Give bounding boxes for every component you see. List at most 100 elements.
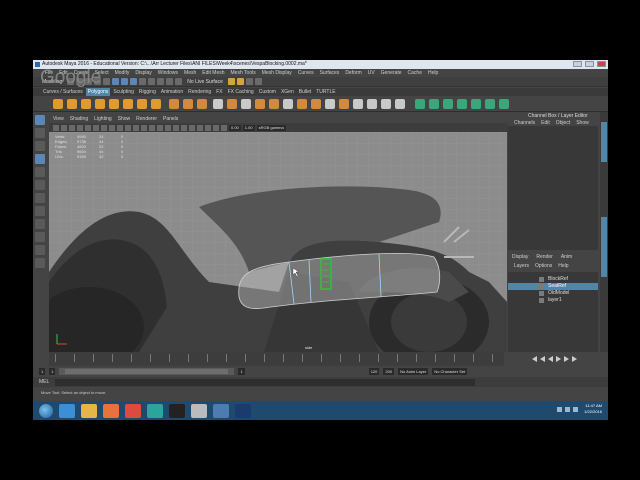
close-button[interactable]	[597, 61, 606, 67]
shadows-icon[interactable]	[181, 124, 187, 131]
wireframe-on-shaded-icon[interactable]	[157, 124, 163, 131]
menu-surfaces[interactable]: Surfaces	[320, 69, 340, 77]
start-time-field[interactable]: 1	[39, 367, 46, 375]
play-backwards-icon[interactable]	[548, 356, 553, 362]
xray-joints-icon[interactable]	[221, 124, 227, 131]
merge-icon[interactable]	[325, 99, 335, 109]
camera-attributes-icon[interactable]	[61, 124, 67, 131]
menu-generate[interactable]: Generate	[381, 69, 402, 77]
uv-editor-icon[interactable]	[471, 99, 481, 109]
select-tool-icon[interactable]	[35, 115, 45, 125]
time-slider[interactable]	[49, 352, 504, 366]
lasso-tool-icon[interactable]	[35, 128, 45, 138]
shelf-tab-polygons[interactable]: Polygons	[85, 88, 111, 96]
shelf-tab-rendering[interactable]: Rendering	[186, 88, 213, 96]
menu-edit-mesh[interactable]: Edit Mesh	[202, 69, 224, 77]
layer-item[interactable]: BlockRef	[508, 276, 598, 283]
paint-select-tool-icon[interactable]	[35, 141, 45, 151]
poke-icon[interactable]	[395, 99, 405, 109]
clock[interactable]: 11:47 AM 1/22/2016	[584, 403, 602, 415]
side-by-side-layout-icon[interactable]	[35, 232, 45, 242]
internet-explorer-icon[interactable]	[59, 403, 75, 418]
network-icon[interactable]	[557, 407, 562, 412]
textured-icon[interactable]	[165, 124, 171, 131]
graph-editor-layout-icon[interactable]	[35, 258, 45, 268]
playback-end-field[interactable]: 120	[368, 367, 380, 375]
redo-icon[interactable]	[103, 78, 111, 85]
viewport-menu-show[interactable]: Show	[118, 116, 131, 123]
uv-cylindrical-icon[interactable]	[429, 99, 439, 109]
file-explorer-icon[interactable]	[81, 403, 97, 418]
near-clip-field[interactable]: 0.00	[229, 124, 241, 131]
poly-plane-icon[interactable]	[109, 99, 119, 109]
menu-mesh-tools[interactable]: Mesh Tools	[231, 69, 256, 77]
chrome-icon[interactable]	[125, 403, 141, 418]
four-view-layout-icon[interactable]	[35, 219, 45, 229]
safe-title-icon[interactable]	[133, 124, 139, 131]
shelf-tab-bullet[interactable]: Bullet	[297, 88, 314, 96]
menu-help[interactable]: Help	[428, 69, 438, 77]
insert-loop-icon[interactable]	[367, 99, 377, 109]
channel-box-layer-editor-tab[interactable]	[601, 217, 607, 277]
command-input[interactable]	[55, 378, 476, 386]
quad-draw-icon[interactable]	[339, 99, 349, 109]
select-camera-icon[interactable]	[53, 124, 59, 131]
layer-menu-options[interactable]: Options	[535, 262, 552, 270]
shelf-tab-xgen[interactable]: XGen	[279, 88, 296, 96]
mirror-icon[interactable]	[227, 99, 237, 109]
side-viewport[interactable]: side Verts: 4940 24 0 Edges: 9738 44 0 F…	[49, 132, 507, 352]
layer-item[interactable]: OldModel	[508, 290, 598, 297]
single-perspective-layout-icon[interactable]	[35, 206, 45, 216]
shelf-tab-fx[interactable]: FX	[214, 88, 224, 96]
viewport-menu-view[interactable]: View	[53, 116, 64, 123]
fill-hole-icon[interactable]	[283, 99, 293, 109]
last-tool-icon[interactable]	[35, 193, 45, 203]
channel-box-panel[interactable]	[508, 126, 598, 250]
extrude-icon[interactable]	[241, 99, 251, 109]
uv-spherical-icon[interactable]	[443, 99, 453, 109]
visibility-toggle-icon[interactable]	[539, 298, 544, 303]
visibility-toggle-icon[interactable]	[539, 284, 544, 289]
app-icon[interactable]	[191, 403, 207, 418]
uv-automatic-icon[interactable]	[457, 99, 467, 109]
app-icon[interactable]	[213, 403, 229, 418]
shelf-tab-curves-surfaces[interactable]: Curves / Surfaces	[41, 88, 85, 96]
render-settings-icon[interactable]	[245, 78, 253, 85]
character-set-dropdown[interactable]: No Character Set	[432, 367, 468, 375]
snap-view-icon[interactable]	[166, 78, 174, 85]
playback-start-field[interactable]: 1	[49, 367, 56, 375]
anim-layer-dropdown[interactable]: No Anim Layer	[398, 367, 429, 375]
menu-curves[interactable]: Curves	[298, 69, 314, 77]
color-space-dropdown[interactable]: sRGB gamma	[256, 124, 286, 131]
uv-layout-icon[interactable]	[485, 99, 495, 109]
layer-menu-help[interactable]: Help	[558, 262, 568, 270]
poly-cylinder-icon[interactable]	[81, 99, 91, 109]
menu-cache[interactable]: Cache	[408, 69, 422, 77]
motion-blur-icon[interactable]	[197, 124, 203, 131]
poly-sphere-icon[interactable]	[53, 99, 63, 109]
xray-icon[interactable]	[213, 124, 219, 131]
minimize-button[interactable]	[573, 61, 582, 67]
film-gate-icon[interactable]	[93, 124, 99, 131]
smooth-shade-icon[interactable]	[149, 124, 155, 131]
viewport-menu-renderer[interactable]: Renderer	[136, 116, 157, 123]
move-tool-icon[interactable]	[35, 154, 45, 164]
uv-planar-icon[interactable]	[415, 99, 425, 109]
ipr-render-icon[interactable]	[236, 78, 244, 85]
gate-mask-icon[interactable]	[109, 124, 115, 131]
viewport-menu-panels[interactable]: Panels	[163, 116, 178, 123]
volume-icon[interactable]	[565, 407, 570, 412]
rotate-tool-icon[interactable]	[35, 167, 45, 177]
menu-windows[interactable]: Windows	[158, 69, 178, 77]
grid-toggle-icon[interactable]	[85, 124, 91, 131]
poly-cube-icon[interactable]	[67, 99, 77, 109]
platonic-solid-icon[interactable]	[151, 99, 161, 109]
wireframe-icon[interactable]	[141, 124, 147, 131]
play-forwards-icon[interactable]	[556, 356, 561, 362]
layer-tab-render[interactable]: Render	[536, 253, 552, 262]
photoshop-icon[interactable]	[235, 403, 251, 418]
flag-icon[interactable]	[573, 407, 578, 412]
layer-item[interactable]: layer1	[508, 297, 598, 304]
scale-tool-icon[interactable]	[35, 180, 45, 190]
select-by-hierarchy-icon[interactable]	[112, 78, 120, 85]
